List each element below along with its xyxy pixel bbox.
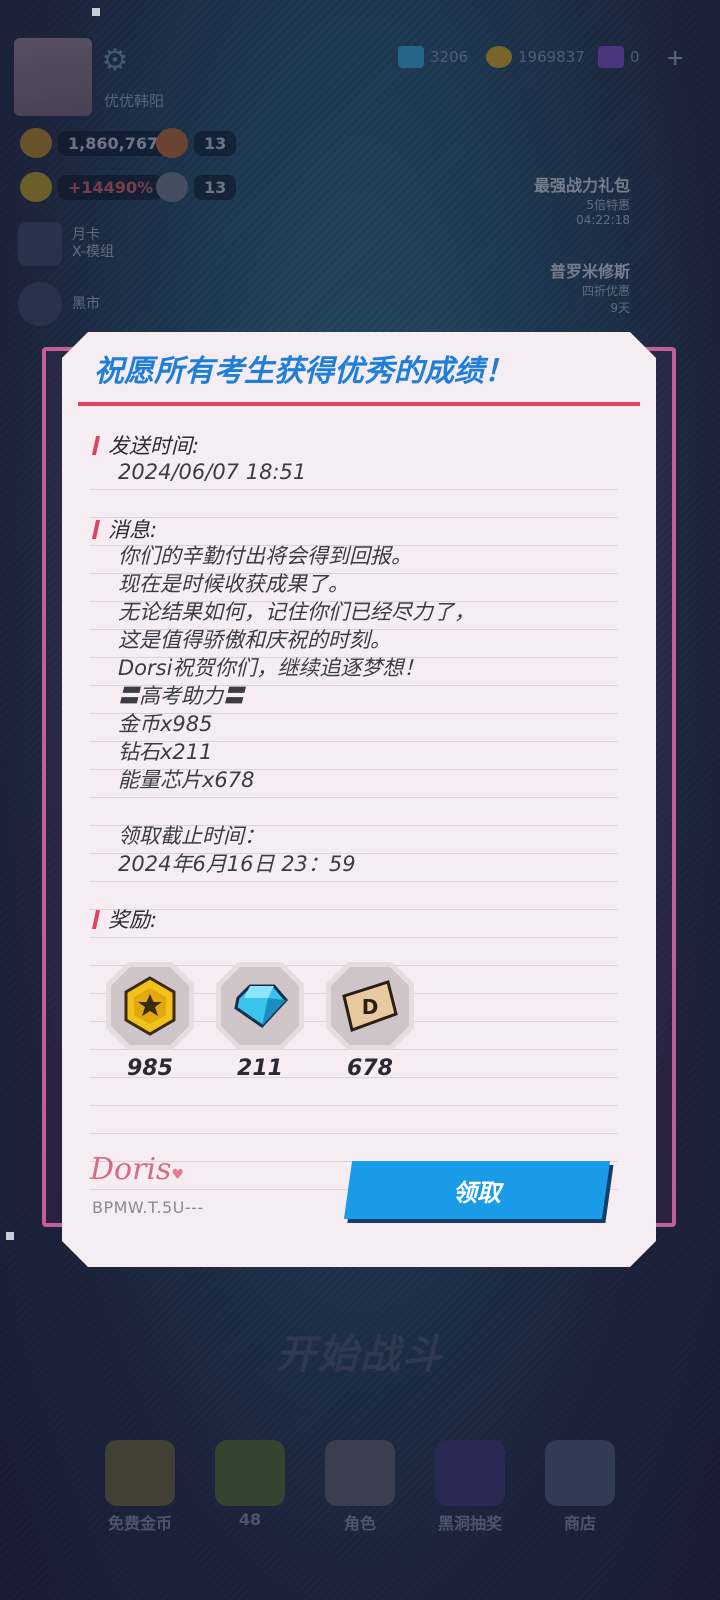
message-line: 你们的辛勤付出将会得到回报。 xyxy=(118,544,412,568)
sender-uid: BPMW.T.5U--- xyxy=(92,1198,204,1217)
heading-marker xyxy=(91,519,101,539)
message-line: 领取截止时间： xyxy=(118,824,265,848)
message-line: 能量芯片x678 xyxy=(118,768,255,792)
reward-item-diamond[interactable]: 211 xyxy=(216,962,304,1081)
sender-signature: Doris♥ xyxy=(90,1152,184,1187)
reward-tile[interactable] xyxy=(216,962,304,1050)
message-line: Dorsi祝贺你们，继续追逐梦想！ xyxy=(118,656,425,680)
reward-count: 985 xyxy=(127,1056,173,1081)
reward-count: 678 xyxy=(347,1056,393,1081)
reward-item-gold[interactable]: 985 xyxy=(106,962,194,1081)
reward-item-energy-chip[interactable]: D 678 xyxy=(326,962,414,1081)
claim-label: 领取 xyxy=(453,1178,501,1207)
heading-marker xyxy=(91,909,101,929)
diamond-icon xyxy=(234,984,289,1028)
mail-dialog: 祝愿所有考生获得优秀的成绩！ 发送时间: 2024/06/07 18:51 消息… xyxy=(62,332,656,1267)
sent-time-label: 发送时间: xyxy=(108,434,200,458)
gold-coin-icon xyxy=(124,976,176,1036)
message-line: 这是值得骄傲和庆祝的时刻。 xyxy=(118,628,391,652)
mail-title: 祝愿所有考生获得优秀的成绩！ xyxy=(94,354,514,389)
reward-list: 985 211 D 678 xyxy=(106,962,414,1081)
sent-time-value: 2024/06/07 18:51 xyxy=(118,460,307,484)
message-line: 2024年6月16日 23：59 xyxy=(118,852,356,876)
claim-button[interactable]: 领取 xyxy=(343,1161,611,1219)
sent-time-heading: 发送时间: xyxy=(91,430,200,460)
message-body: 你们的辛勤付出将会得到回报。 现在是时候收获成果了。 无论结果如何，记住你们已经… xyxy=(118,542,475,878)
message-line: 无论结果如何，记住你们已经尽力了， xyxy=(118,600,475,624)
reward-tile[interactable] xyxy=(106,962,194,1050)
rewards-label: 奖励: xyxy=(108,908,158,932)
corner-marker xyxy=(92,8,100,16)
reward-count: 211 xyxy=(237,1056,283,1081)
message-line: 〓高考助力〓 xyxy=(118,684,244,708)
message-line: 钻石x211 xyxy=(118,740,213,764)
message-label: 消息: xyxy=(108,518,158,542)
message-line: 现在是时候收获成果了。 xyxy=(118,572,349,596)
message-line xyxy=(118,794,475,822)
reward-tile[interactable]: D xyxy=(326,962,414,1050)
message-heading: 消息: xyxy=(91,514,158,544)
heart-icon: ♥ xyxy=(171,1167,185,1183)
corner-marker xyxy=(6,1232,14,1240)
message-line: 金币x985 xyxy=(118,712,213,736)
rewards-heading: 奖励: xyxy=(91,904,158,934)
svg-text:D: D xyxy=(362,995,379,1019)
heading-marker xyxy=(91,435,101,455)
title-divider xyxy=(78,402,640,406)
signature-text: Doris xyxy=(90,1152,172,1187)
energy-chip-icon: D xyxy=(342,980,398,1032)
